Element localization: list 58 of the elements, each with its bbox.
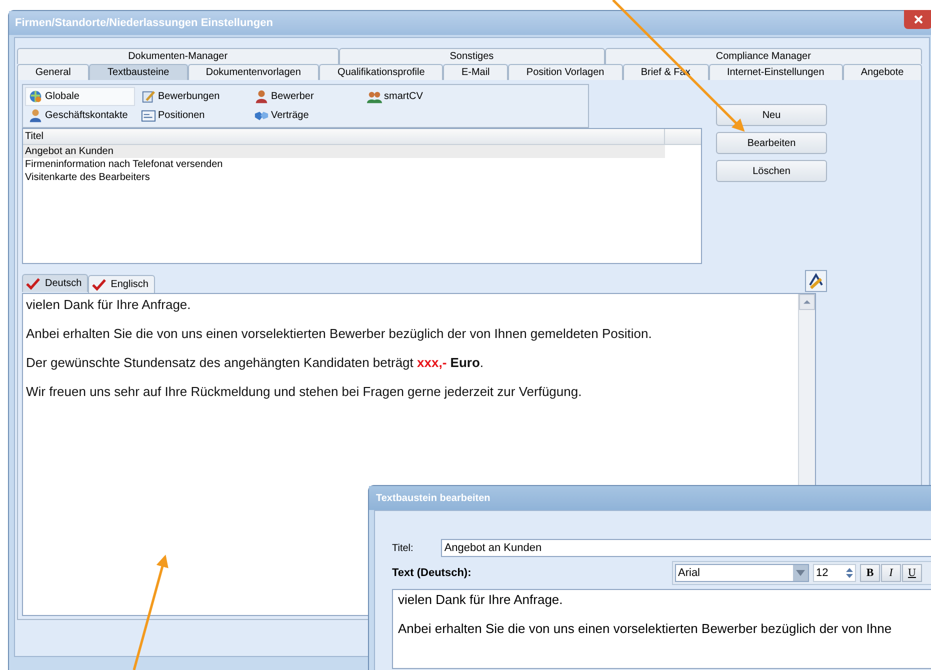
close-button[interactable] bbox=[904, 10, 931, 29]
text-label: Text (Deutsch): bbox=[392, 566, 472, 581]
spell-check-icon bbox=[808, 273, 824, 289]
language-tab[interactable]: Englisch bbox=[88, 275, 154, 293]
category-button[interactable]: Verträge bbox=[251, 106, 361, 125]
tab[interactable]: Dokumentenvorlagen bbox=[188, 64, 320, 80]
tab[interactable]: Angebote bbox=[842, 64, 922, 80]
category-icon bbox=[367, 89, 382, 104]
paragraph: Anbei erhalten Sie die von uns einen vorselektierten Bewerber bezüglich der von Ihne bbox=[398, 621, 893, 637]
tab[interactable]: E-Mail bbox=[443, 64, 508, 80]
category-icon bbox=[28, 108, 43, 123]
format-button[interactable]: I bbox=[881, 564, 901, 582]
action-button[interactable]: Löschen bbox=[716, 160, 827, 182]
list-row[interactable]: Angebot an Kunden bbox=[23, 145, 665, 158]
title-field[interactable]: Angebot an Kunden bbox=[441, 539, 931, 557]
category-button[interactable]: Bewerber bbox=[251, 87, 361, 106]
tab[interactable]: Textbausteine bbox=[89, 64, 188, 80]
checkmark-icon bbox=[92, 278, 106, 290]
tab[interactable]: Compliance Manager bbox=[604, 48, 922, 64]
language-tab[interactable]: Deutsch bbox=[22, 274, 88, 292]
dropdown-arrow-icon bbox=[796, 570, 805, 576]
action-button[interactable]: Neu bbox=[716, 104, 827, 126]
tab[interactable]: Internet-Einstellungen bbox=[708, 64, 843, 80]
window-title: Firmen/Standorte/Niederlassungen Einstellungen bbox=[15, 16, 273, 31]
tab[interactable]: Qualifikationsprofile bbox=[319, 64, 444, 80]
category-button[interactable]: smartCV bbox=[364, 87, 474, 106]
paragraph: Der gewünschte Stundensatz des angehängten Kandidaten beträgt xxx,- Euro. bbox=[26, 355, 485, 371]
paragraph: vielen Dank für Ihre Anfrage. bbox=[26, 297, 192, 313]
size-spinner[interactable]: 12 bbox=[813, 564, 856, 582]
font-dropdown[interactable]: Arial bbox=[675, 564, 809, 582]
text-editor[interactable]: vielen Dank für Ihre Anfrage. Anbei erhalten Sie die von uns einen vorselektierten Bewerber bezüglich der von Ihne bbox=[392, 589, 931, 669]
category-button[interactable]: Positionen bbox=[138, 106, 248, 125]
category-icon bbox=[141, 108, 156, 123]
spinner-arrows-icon bbox=[846, 567, 853, 579]
tab[interactable]: General bbox=[17, 64, 90, 80]
close-icon bbox=[914, 15, 922, 24]
checkmark-icon bbox=[26, 278, 40, 290]
format-button[interactable]: U bbox=[902, 564, 922, 582]
category-button[interactable]: Bewerbungen bbox=[138, 87, 248, 106]
scroll-up-icon[interactable] bbox=[799, 294, 815, 310]
tab[interactable]: Position Vorlagen bbox=[508, 64, 623, 80]
tab[interactable]: Sonstiges bbox=[338, 48, 605, 64]
action-button[interactable]: Bearbeiten bbox=[716, 132, 827, 154]
list-row[interactable]: Visitenkarte des Bearbeiters bbox=[23, 171, 665, 184]
paragraph: vielen Dank für Ihre Anfrage. bbox=[398, 592, 564, 608]
paragraph: Anbei erhalten Sie die von uns einen vorselektierten Bewerber bezüglich der von Ihnen gemeldeten Position. bbox=[26, 326, 653, 342]
paragraph: Wir freuen uns sehr auf Ihre Rückmeldung und stehen bei Fragen gerne jederzeit zur Verfügung. bbox=[26, 384, 583, 400]
list-row[interactable]: Firmeninformation nach Telefonat versenden bbox=[23, 158, 665, 171]
category-button[interactable]: Geschäftskontakte bbox=[25, 106, 135, 125]
category-icon bbox=[28, 89, 43, 104]
category-button[interactable]: Globale bbox=[25, 87, 135, 106]
category-icon bbox=[254, 89, 269, 104]
spell-check-button[interactable] bbox=[805, 270, 827, 292]
format-button[interactable]: B bbox=[860, 564, 880, 582]
dialog-title: Textbaustein bearbeiten bbox=[376, 492, 490, 506]
field-label: Titel: bbox=[392, 542, 414, 556]
tab[interactable]: Dokumenten-Manager bbox=[17, 48, 339, 64]
category-icon bbox=[141, 89, 156, 104]
